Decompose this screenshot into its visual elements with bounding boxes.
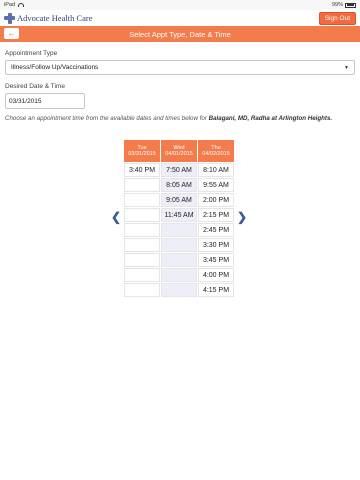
empty-slot — [161, 283, 197, 297]
battery-icon — [345, 2, 356, 8]
time-slot[interactable]: 3:40 PM — [124, 163, 160, 177]
empty-slot — [124, 253, 160, 267]
instructions-text: Choose an appointment time from the avai… — [5, 115, 355, 122]
desired-date-input[interactable]: 03/31/2015 — [5, 93, 85, 109]
day-date: 04/01/2015 — [165, 151, 193, 157]
day-date: 03/31/2015 — [128, 151, 156, 157]
empty-slot — [124, 193, 160, 207]
day-column: Wed 04/01/2015 7:50 AM 8:05 AM 9:05 AM 11:45 … — [161, 140, 197, 297]
time-slot[interactable]: 2:00 PM — [198, 193, 234, 207]
appointment-form: Appointment Type Illness/Follow Up/Vacci… — [0, 42, 360, 122]
empty-slot — [124, 223, 160, 237]
day-header: Tue 03/31/2015 — [124, 140, 160, 162]
instructions-prefix: Choose an appointment time from the avai… — [5, 115, 209, 122]
time-slot[interactable]: 3:45 PM — [198, 253, 234, 267]
appointment-type-select[interactable]: Illness/Follow Up/Vaccinations ▼ — [5, 60, 355, 75]
appointment-type-label: Appointment Type — [5, 50, 58, 57]
time-slot[interactable]: 4:15 PM — [198, 283, 234, 297]
appointment-type-value: Illness/Follow Up/Vaccinations — [11, 64, 99, 71]
title-bar: ← Select Appt Type, Date & Time — [0, 26, 360, 42]
device-name: iPad — [4, 2, 16, 8]
time-slot-grid: Tue 03/31/2015 3:40 PM Wed 04/01/2015 7:50 AM… — [124, 140, 234, 297]
empty-slot — [124, 178, 160, 192]
empty-slot — [161, 268, 197, 282]
app-header: Advocate Health Care Sign Out — [0, 10, 360, 26]
cross-icon — [4, 12, 15, 24]
chevron-right-icon[interactable]: ❯ — [234, 210, 250, 224]
day-date: 04/02/2015 — [202, 151, 230, 157]
sign-out-button[interactable]: Sign Out — [318, 11, 356, 25]
desired-date-label: Desired Date & Time — [5, 83, 65, 90]
empty-slot — [161, 238, 197, 252]
page-title: Select Appt Type, Date & Time — [129, 29, 231, 39]
time-slot[interactable]: 8:10 AM — [198, 163, 234, 177]
time-slot[interactable]: 2:45 PM — [198, 223, 234, 237]
time-slot[interactable]: 3:30 PM — [198, 238, 234, 252]
time-slot[interactable]: 11:45 AM — [161, 208, 197, 222]
day-column: Thu 04/02/2015 8:10 AM 9:55 AM 2:00 PM 2:15 P… — [198, 140, 234, 297]
time-slot[interactable]: 9:05 AM — [161, 193, 197, 207]
battery-percent: 99% — [331, 2, 343, 8]
brand-name: Advocate Health Care — [17, 13, 93, 23]
brand-logo: Advocate Health Care — [4, 12, 93, 24]
wifi-icon — [18, 3, 25, 7]
empty-slot — [161, 223, 197, 237]
provider-name: Balagani, MD, Radha at Arlington Heights… — [208, 115, 333, 122]
time-slot[interactable]: 2:15 PM — [198, 208, 234, 222]
status-bar: iPad 99% — [0, 0, 360, 10]
empty-slot — [124, 268, 160, 282]
time-slot[interactable]: 4:00 PM — [198, 268, 234, 282]
caret-down-icon: ▼ — [344, 64, 349, 71]
day-column: Tue 03/31/2015 3:40 PM — [124, 140, 160, 297]
day-header: Wed 04/01/2015 — [161, 140, 197, 162]
empty-slot — [124, 283, 160, 297]
time-slot[interactable]: 8:05 AM — [161, 178, 197, 192]
appointment-schedule: ❮ Tue 03/31/2015 3:40 PM Wed 04/01/2015 7:50 … — [108, 140, 250, 297]
time-slot[interactable]: 9:55 AM — [198, 178, 234, 192]
arrow-left-icon: ← — [7, 28, 16, 38]
day-header: Thu 04/02/2015 — [198, 140, 234, 162]
chevron-left-icon[interactable]: ❮ — [108, 210, 124, 224]
battery-status: 99% — [332, 2, 356, 8]
empty-slot — [124, 238, 160, 252]
empty-slot — [161, 253, 197, 267]
time-slot[interactable]: 7:50 AM — [161, 163, 197, 177]
back-button[interactable]: ← — [4, 28, 19, 39]
status-left: iPad — [4, 2, 25, 8]
empty-slot — [124, 208, 160, 222]
